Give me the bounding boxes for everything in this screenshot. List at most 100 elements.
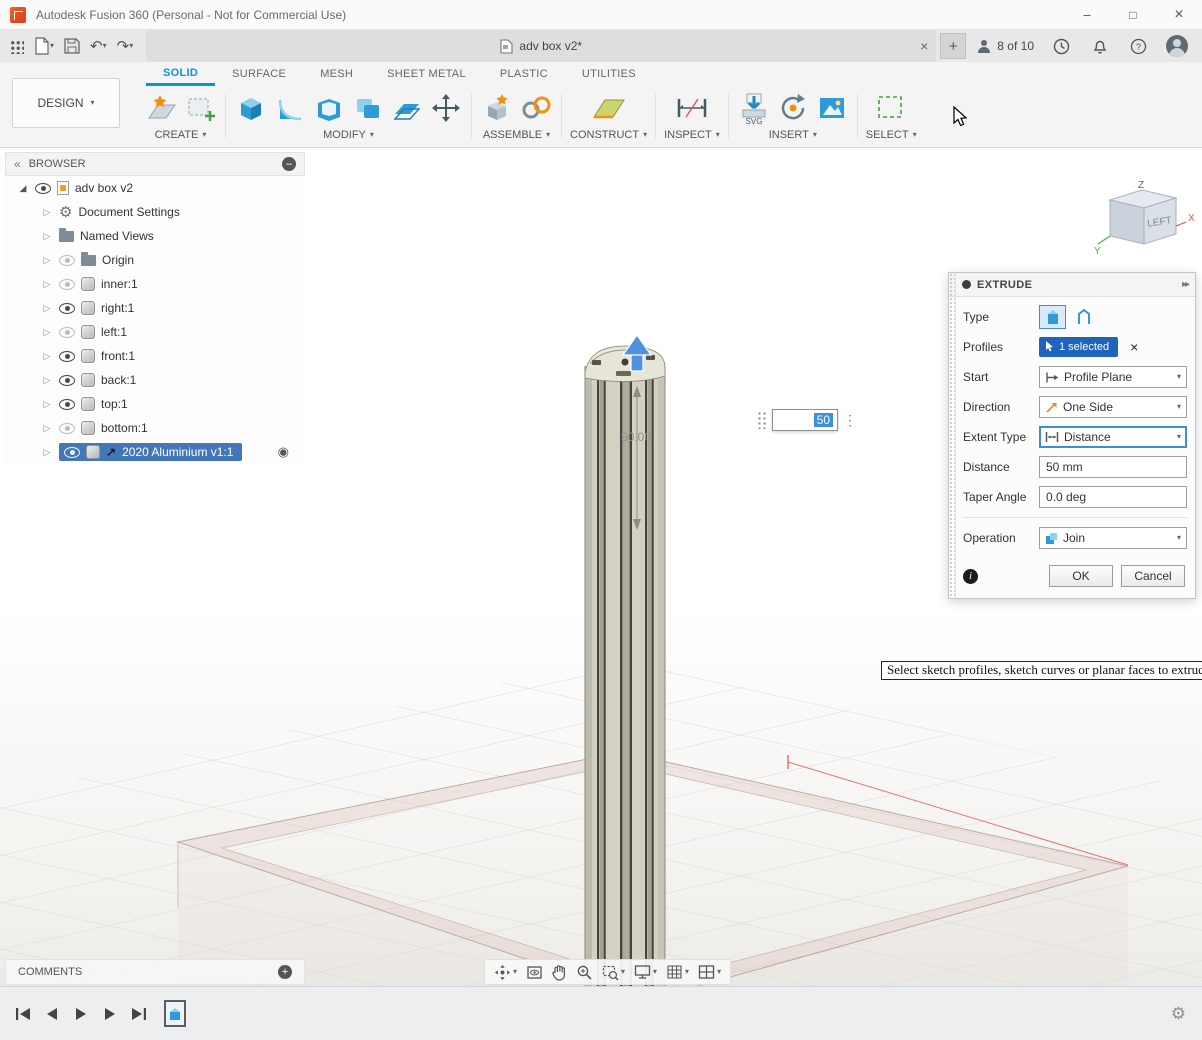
new-component-button[interactable] xyxy=(480,91,514,125)
create-form-button[interactable] xyxy=(183,91,217,125)
grid-settings-button[interactable] xyxy=(663,960,692,984)
expander-icon[interactable] xyxy=(41,399,53,410)
undo-button[interactable] xyxy=(87,33,110,59)
step-back-button[interactable] xyxy=(41,1003,63,1025)
taper-angle-field[interactable]: 0.0 deg xyxy=(1039,486,1187,508)
measure-button[interactable] xyxy=(674,91,710,125)
fit-button[interactable] xyxy=(599,960,628,984)
dialog-header[interactable]: EXTRUDE xyxy=(949,273,1195,297)
add-comment-icon[interactable] xyxy=(278,965,292,979)
timeline-settings-gear-icon[interactable] xyxy=(1171,1004,1186,1024)
visibility-eye-icon[interactable] xyxy=(64,447,80,458)
tree-row-bottom[interactable]: bottom:1 xyxy=(5,416,305,440)
tree-row-right[interactable]: right:1 xyxy=(5,296,305,320)
offset-face-button[interactable] xyxy=(390,91,424,125)
dialog-drag-grip[interactable] xyxy=(949,273,956,598)
selected-tree-item[interactable]: 2020 Aluminium v1:1 xyxy=(59,443,242,461)
look-at-button[interactable] xyxy=(523,960,546,984)
expander-icon[interactable] xyxy=(41,231,53,242)
help-button[interactable]: ? xyxy=(1127,33,1150,59)
operation-dropdown[interactable]: Join xyxy=(1039,527,1187,549)
assemble-dropdown[interactable]: ASSEMBLE xyxy=(483,129,550,141)
visibility-eye-icon[interactable] xyxy=(59,399,75,410)
clear-selection-icon[interactable] xyxy=(1130,339,1138,355)
close-button[interactable] xyxy=(1156,0,1202,30)
extension-manager-button[interactable] xyxy=(1050,33,1073,59)
create-sketch-button[interactable] xyxy=(144,91,178,125)
start-dropdown[interactable]: Profile Plane xyxy=(1039,366,1187,388)
cancel-button[interactable]: Cancel xyxy=(1121,565,1185,587)
construct-plane-button[interactable] xyxy=(590,91,628,125)
tree-row-origin[interactable]: Origin xyxy=(5,248,305,272)
tree-row-back[interactable]: back:1 xyxy=(5,368,305,392)
viewcube[interactable]: LEFT Y X Z xyxy=(1086,180,1198,260)
distance-field[interactable]: 50 mm xyxy=(1039,456,1187,478)
tab-plastic[interactable]: PLASTIC xyxy=(483,62,565,86)
direction-dropdown[interactable]: One Side xyxy=(1039,396,1187,418)
inspect-dropdown[interactable]: INSPECT xyxy=(664,129,720,141)
document-tab[interactable]: adv box v2* xyxy=(146,30,936,62)
expander-icon[interactable] xyxy=(41,423,53,434)
expander-icon[interactable] xyxy=(41,279,53,290)
tree-row-top[interactable]: top:1 xyxy=(5,392,305,416)
expander-icon[interactable] xyxy=(41,207,53,218)
tab-close-icon[interactable] xyxy=(920,38,928,54)
maximize-button[interactable] xyxy=(1110,0,1156,30)
visibility-eye-icon[interactable] xyxy=(59,351,75,362)
workspace-switcher[interactable]: DESIGN xyxy=(12,78,120,128)
select-dropdown[interactable]: SELECT xyxy=(866,129,917,141)
timeline-extrude-feature[interactable] xyxy=(164,1000,186,1027)
tree-row-root[interactable]: adv box v2 xyxy=(5,176,305,200)
expander-icon[interactable] xyxy=(41,303,53,314)
go-to-start-button[interactable] xyxy=(12,1003,34,1025)
drag-grip-icon[interactable] xyxy=(757,411,767,429)
tab-sheet-metal[interactable]: SHEET METAL xyxy=(370,62,483,86)
redo-button[interactable] xyxy=(114,33,137,59)
press-pull-button[interactable] xyxy=(234,91,268,125)
modify-dropdown[interactable]: MODIFY xyxy=(323,129,374,141)
expander-icon[interactable] xyxy=(41,327,53,338)
pan-button[interactable] xyxy=(549,960,570,984)
tab-solid[interactable]: SOLID xyxy=(146,62,215,86)
visibility-eye-icon[interactable] xyxy=(59,375,75,386)
save-button[interactable] xyxy=(61,33,83,59)
minimize-button[interactable] xyxy=(1064,0,1110,30)
tree-row-inner[interactable]: inner:1 xyxy=(5,272,305,296)
move-copy-button[interactable] xyxy=(429,91,463,125)
collapse-tree-icon[interactable] xyxy=(282,157,296,171)
visibility-eye-icon[interactable] xyxy=(59,255,75,266)
tree-row-aluminium-selected[interactable]: 2020 Aluminium v1:1 xyxy=(5,440,305,464)
notifications-button[interactable] xyxy=(1089,33,1111,59)
expander-icon[interactable] xyxy=(17,183,29,194)
expander-icon[interactable] xyxy=(41,351,53,362)
tab-mesh[interactable]: MESH xyxy=(303,62,370,86)
visibility-eye-icon[interactable] xyxy=(59,303,75,314)
tree-row-document-settings[interactable]: Document Settings xyxy=(5,200,305,224)
visibility-eye-icon[interactable] xyxy=(59,327,75,338)
visibility-eye-icon[interactable] xyxy=(59,279,75,290)
go-to-end-button[interactable] xyxy=(128,1003,150,1025)
expander-icon[interactable] xyxy=(41,255,53,266)
tree-row-front[interactable]: front:1 xyxy=(5,344,305,368)
tab-utilities[interactable]: UTILITIES xyxy=(565,62,653,86)
tree-row-left[interactable]: left:1 xyxy=(5,320,305,344)
new-tab-button[interactable] xyxy=(940,33,966,59)
visibility-eye-icon[interactable] xyxy=(35,183,51,194)
comments-bar[interactable]: COMMENTS xyxy=(5,959,305,985)
user-avatar[interactable] xyxy=(1166,35,1188,57)
extent-type-dropdown[interactable]: Distance xyxy=(1039,426,1187,448)
viewcube-side-face[interactable] xyxy=(1110,200,1144,244)
ground-target-icon[interactable] xyxy=(278,444,289,460)
visibility-eye-icon[interactable] xyxy=(59,423,75,434)
profiles-selected-chip[interactable]: 1 selected xyxy=(1039,337,1118,357)
dialog-collapse-icon[interactable] xyxy=(1182,279,1188,290)
job-status-button[interactable]: 8 of 10 xyxy=(976,38,1034,54)
expander-icon[interactable] xyxy=(41,375,53,386)
distance-input[interactable]: 50 xyxy=(772,409,838,431)
collapse-panel-icon[interactable] xyxy=(14,157,21,171)
insert-svg-button[interactable]: SVG xyxy=(737,90,771,126)
orbit-button[interactable] xyxy=(491,960,520,984)
app-grid-menu-button[interactable] xyxy=(6,33,27,59)
insert-dropdown[interactable]: INSERT xyxy=(769,129,817,141)
file-menu-button[interactable] xyxy=(31,33,57,59)
